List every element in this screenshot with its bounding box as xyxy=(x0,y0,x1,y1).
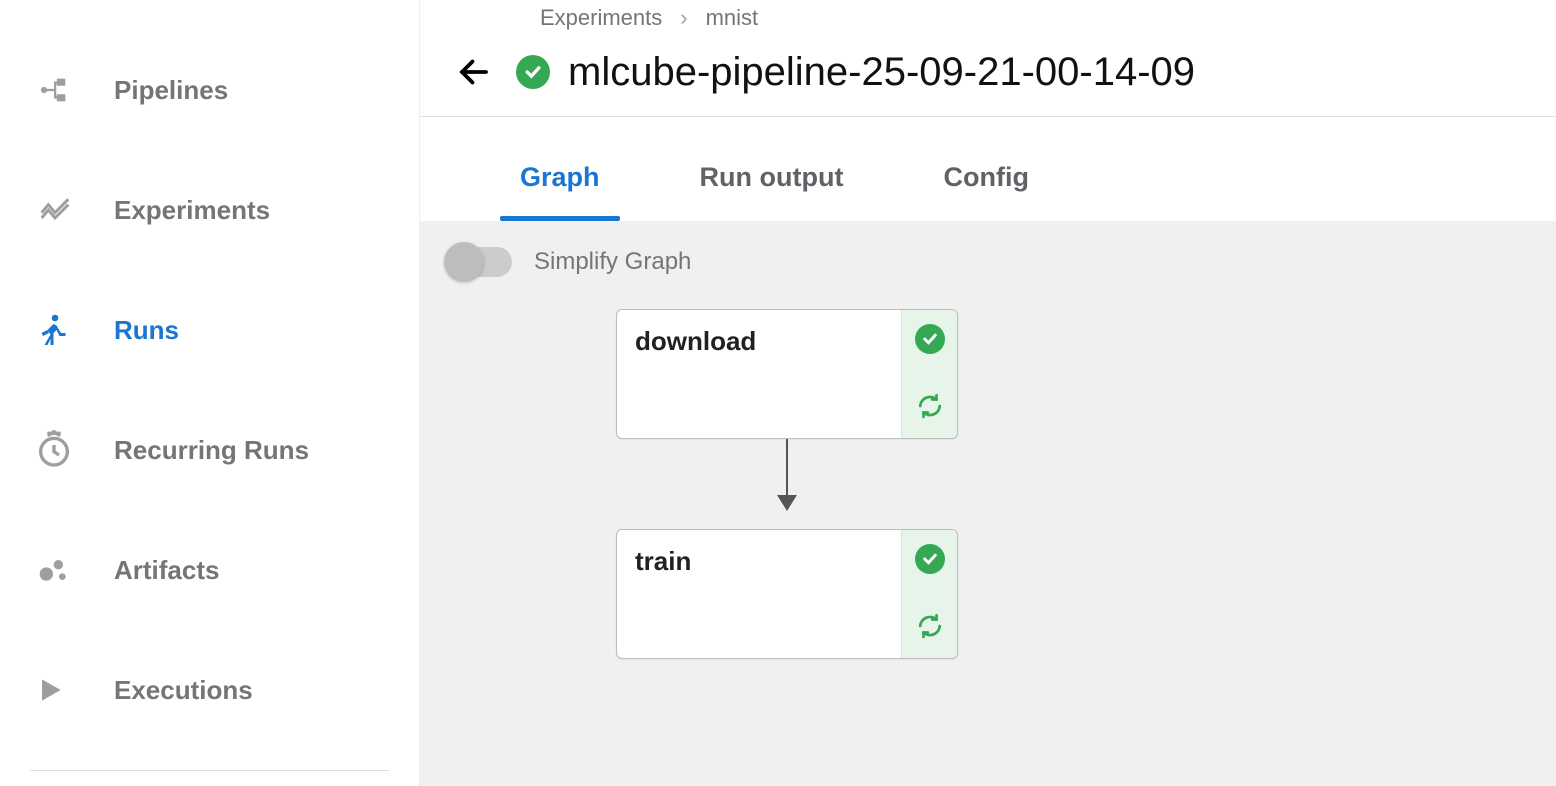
sidebar-item-label: Recurring Runs xyxy=(114,435,309,466)
sidebar: Pipelines Experiments Runs Recurring Run… xyxy=(0,0,420,786)
simplify-label: Simplify Graph xyxy=(534,248,691,276)
sidebar-item-experiments[interactable]: Experiments xyxy=(0,150,419,270)
sidebar-separator xyxy=(30,770,389,771)
sidebar-item-label: Runs xyxy=(114,315,179,346)
graph-node-download[interactable]: download xyxy=(616,309,958,439)
recurring-runs-icon xyxy=(34,431,84,469)
sidebar-item-pipelines[interactable]: Pipelines xyxy=(0,30,419,150)
title-row: mlcube-pipeline-25-09-21-00-14-09 xyxy=(420,36,1556,117)
refresh-icon[interactable] xyxy=(917,613,943,644)
sidebar-item-artifacts[interactable]: Artifacts xyxy=(0,510,419,630)
main-content: Experiments › mnist mlcube-pipeline-25-0… xyxy=(420,0,1556,786)
tab-config[interactable]: Config xyxy=(913,162,1058,221)
arrow-down-icon xyxy=(777,495,797,511)
page-title: mlcube-pipeline-25-09-21-00-14-09 xyxy=(568,50,1195,95)
refresh-icon[interactable] xyxy=(917,393,943,424)
sidebar-item-runs[interactable]: Runs xyxy=(0,270,419,390)
sidebar-item-label: Pipelines xyxy=(114,75,228,106)
graph-nodes: download train xyxy=(616,309,958,659)
artifacts-icon xyxy=(34,551,84,589)
sidebar-item-executions[interactable]: Executions xyxy=(0,630,419,750)
experiments-icon xyxy=(34,191,84,229)
sidebar-item-label: Experiments xyxy=(114,195,270,226)
simplify-toggle[interactable] xyxy=(448,247,512,277)
chevron-right-icon: › xyxy=(680,5,687,31)
graph-edge xyxy=(786,439,788,509)
check-icon xyxy=(915,324,945,354)
node-label: download xyxy=(617,310,901,438)
toggle-knob xyxy=(444,242,484,282)
check-icon xyxy=(915,544,945,574)
graph-node-train[interactable]: train xyxy=(616,529,958,659)
status-success-icon xyxy=(516,55,550,89)
sidebar-item-label: Executions xyxy=(114,675,253,706)
pipelines-icon xyxy=(34,71,84,109)
breadcrumb-experiments[interactable]: Experiments xyxy=(540,5,662,31)
runs-icon xyxy=(34,311,84,349)
sidebar-item-label: Artifacts xyxy=(114,555,219,586)
tab-run-output[interactable]: Run output xyxy=(670,162,874,221)
node-status-strip xyxy=(901,310,957,438)
sidebar-item-recurring-runs[interactable]: Recurring Runs xyxy=(0,390,419,510)
tabs: Graph Run output Config xyxy=(420,117,1556,221)
back-button[interactable] xyxy=(450,48,498,96)
tab-graph[interactable]: Graph xyxy=(490,162,630,221)
simplify-row: Simplify Graph xyxy=(420,221,1556,277)
executions-icon xyxy=(34,671,84,709)
graph-area: Simplify Graph download xyxy=(420,221,1556,786)
breadcrumb-mnist[interactable]: mnist xyxy=(706,5,759,31)
node-label: train xyxy=(617,530,901,658)
node-status-strip xyxy=(901,530,957,658)
breadcrumb: Experiments › mnist xyxy=(420,0,1556,36)
